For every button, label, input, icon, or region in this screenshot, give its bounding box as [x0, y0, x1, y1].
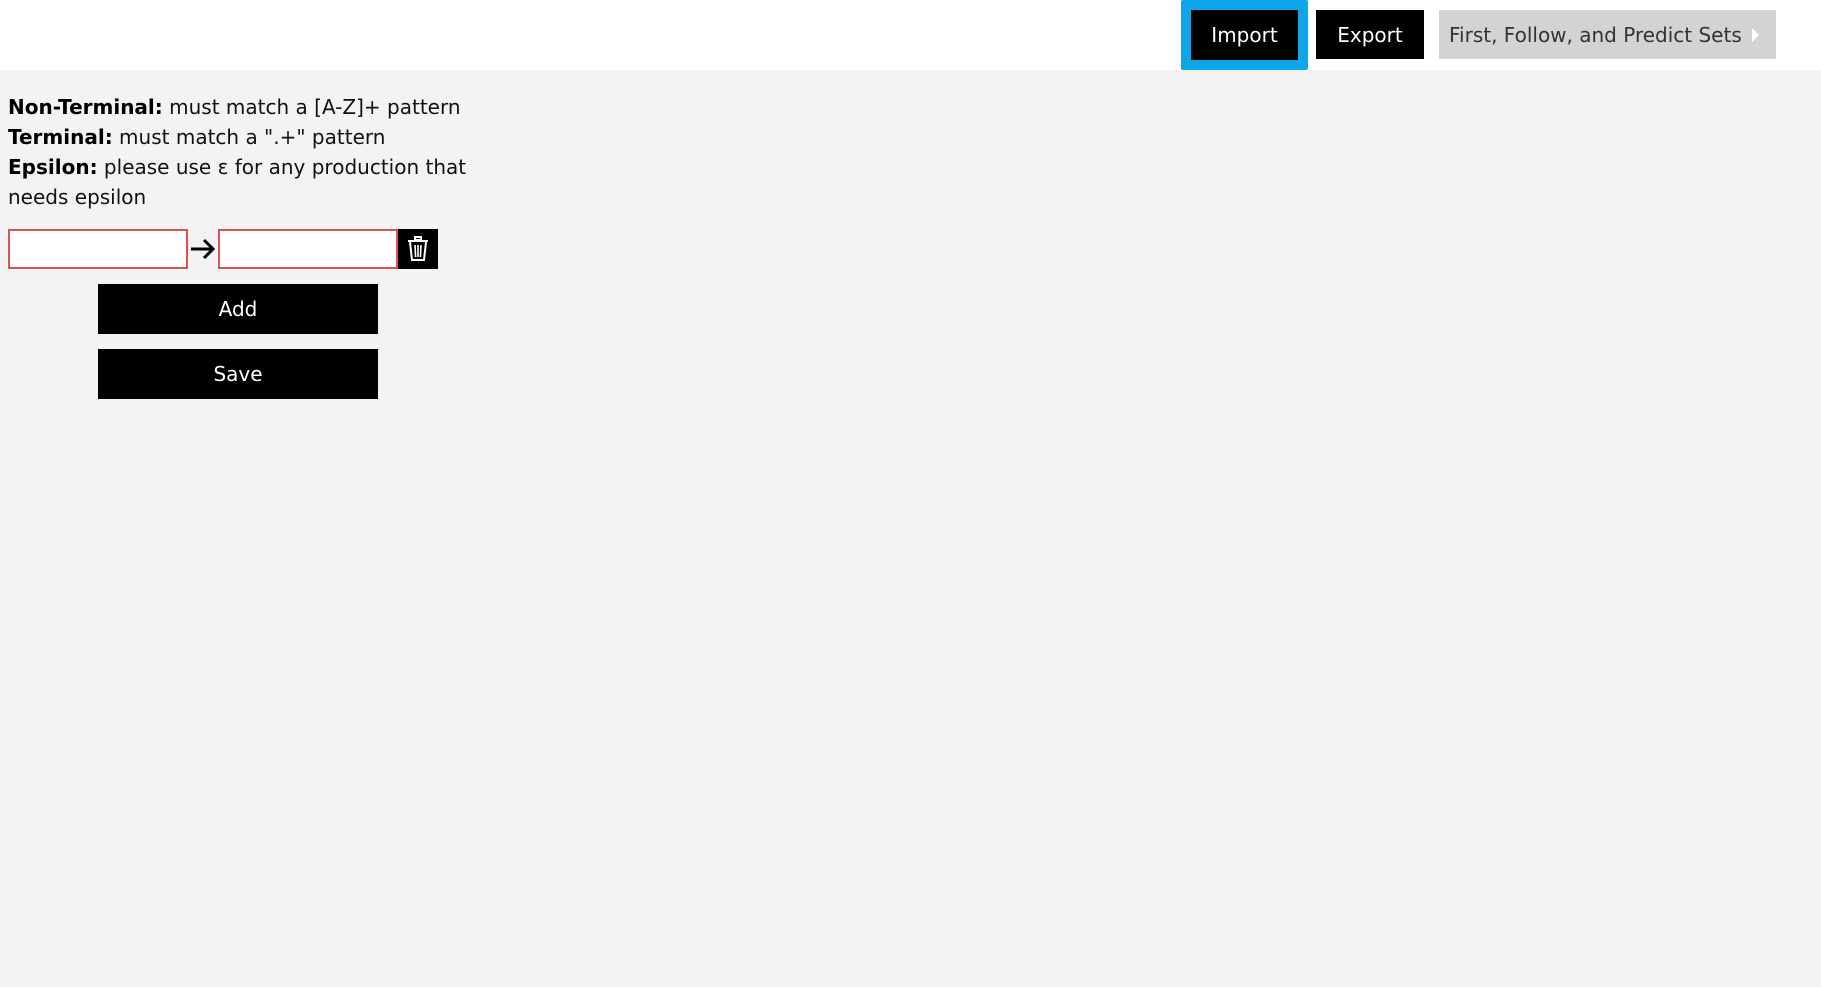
production-row [8, 229, 438, 269]
rule-terminal: Terminal: must match a ".+" pattern [8, 122, 468, 152]
rule-desc: must match a ".+" pattern [112, 125, 386, 149]
trash-icon [408, 236, 428, 261]
grammar-rules-help: Non-Terminal: must match a [A-Z]+ patter… [8, 92, 468, 212]
rule-term: Terminal: [8, 125, 113, 149]
rule-non-terminal: Non-Terminal: must match a [A-Z]+ patter… [8, 92, 468, 122]
add-button[interactable]: Add [98, 284, 378, 334]
sets-button-label: First, Follow, and Predict Sets [1449, 22, 1742, 47]
delete-production-button[interactable] [398, 229, 438, 269]
import-button[interactable]: Import [1181, 0, 1308, 70]
top-bar: Import Export First, Follow, and Predict… [0, 0, 1821, 70]
rule-term: Non-Terminal: [8, 95, 163, 119]
rule-epsilon: Epsilon: please use ɛ for any production… [8, 152, 468, 212]
first-follow-predict-sets-button[interactable]: First, Follow, and Predict Sets [1439, 10, 1776, 59]
rule-term: Epsilon: [8, 155, 98, 179]
lhs-nonterminal-input[interactable] [8, 229, 188, 269]
caret-right-icon [1751, 27, 1759, 42]
save-button[interactable]: Save [98, 349, 378, 399]
arrow-right-icon [188, 229, 218, 269]
rule-desc: must match a [A-Z]+ pattern [162, 95, 461, 119]
rhs-production-input[interactable] [218, 229, 398, 269]
export-button[interactable]: Export [1316, 10, 1424, 59]
